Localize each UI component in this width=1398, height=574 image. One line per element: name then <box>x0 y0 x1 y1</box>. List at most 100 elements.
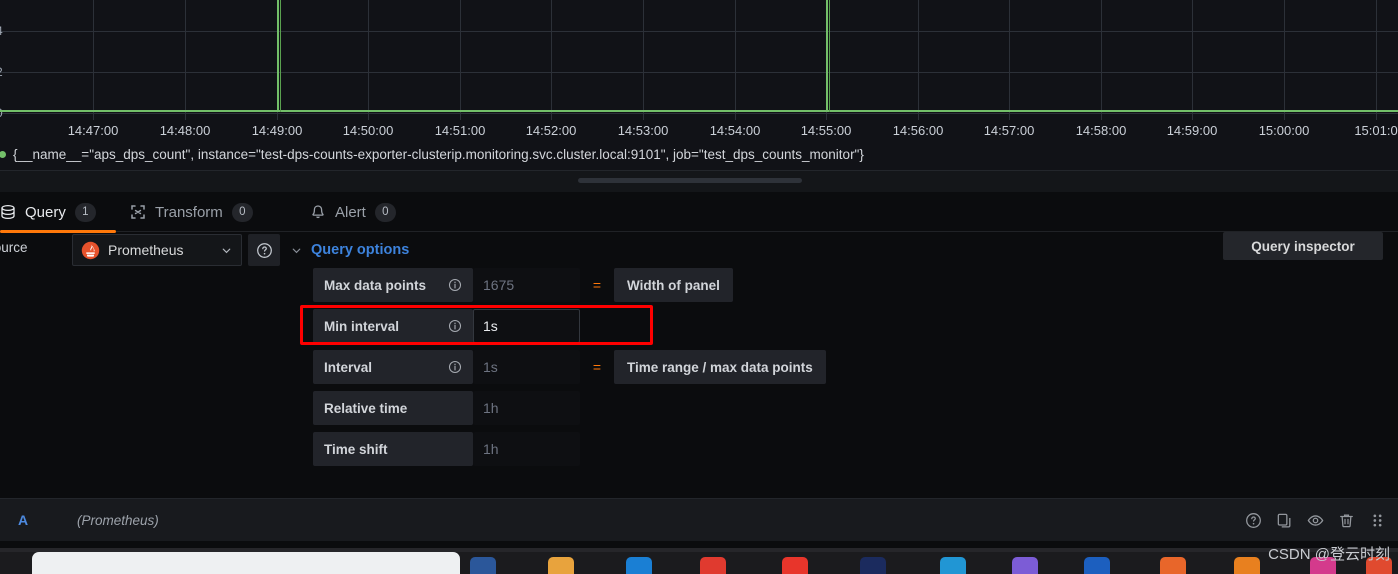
chevron-down-icon <box>292 248 301 253</box>
query-option-input[interactable]: 1s <box>473 350 580 384</box>
y-axis-tick-label: 2 <box>0 65 3 79</box>
equals-sign: = <box>592 359 602 375</box>
query-option-row: Interval 1s = Time range / max data points <box>313 350 826 384</box>
taskbar-app-icon[interactable] <box>470 557 496 574</box>
query-option-row: Min interval 1s <box>313 309 826 343</box>
watermark: CSDN @登云时刻 <box>1268 546 1390 563</box>
info-icon[interactable] <box>448 360 462 374</box>
grid-line-vertical <box>1101 0 1102 120</box>
taskbar-app-icon[interactable] <box>1012 557 1038 574</box>
query-ref-id: A <box>18 512 29 528</box>
query-option-description: Width of panel <box>614 268 733 302</box>
x-axis-tick-label: 14:57:00 <box>983 123 1035 138</box>
query-option-label-text: Min interval <box>324 318 400 334</box>
x-axis-tick-label: 14:58:00 <box>1075 123 1127 138</box>
graph-legend[interactable]: {__name__="aps_dps_count", instance="tes… <box>0 142 1398 166</box>
y-axis-tick-label: 0 <box>0 106 3 120</box>
grafana-panel-edit-screen: 4 2 0 14:47:00 14:48:00 14:49:00 14:50:00 14:5… <box>0 0 1398 574</box>
query-row-actions <box>1245 512 1386 529</box>
query-option-input[interactable]: 1675 <box>473 268 580 302</box>
help-icon[interactable] <box>1245 512 1262 529</box>
tab-transform[interactable]: Transform 0 <box>130 192 253 232</box>
grid-line-vertical <box>368 0 369 120</box>
query-row-a[interactable]: A (Prometheus) <box>0 499 1398 541</box>
timeseries-graph-panel: 4 2 0 14:47:00 14:48:00 14:49:00 14:50:00 14:5… <box>0 0 1398 175</box>
query-option-input[interactable]: 1h <box>473 391 580 425</box>
drag-handle-icon[interactable] <box>1369 512 1386 529</box>
eye-icon[interactable] <box>1307 512 1324 529</box>
grid-line-vertical <box>1192 0 1193 120</box>
x-axis-tick-label: 15:01:0 <box>1354 123 1398 138</box>
series-spike <box>826 0 828 112</box>
os-taskbar <box>0 548 1398 574</box>
taskbar-app-icon[interactable] <box>860 557 886 574</box>
grid-line-vertical <box>918 0 919 120</box>
datasource-picker[interactable]: Prometheus <box>72 234 242 266</box>
grid-line-horizontal <box>0 113 1398 114</box>
grid-line-vertical <box>643 0 644 120</box>
database-icon <box>1 204 15 220</box>
taskbar-app-icon[interactable] <box>1084 557 1110 574</box>
tab-alert-label: Alert <box>335 203 366 221</box>
query-row-datasource: (Prometheus) <box>77 512 159 528</box>
query-option-row: Time shift 1h <box>313 432 826 466</box>
x-axis-tick-label: 14:50:00 <box>342 123 394 138</box>
query-option-label-text: Max data points <box>324 277 427 293</box>
info-icon[interactable] <box>448 278 462 292</box>
query-option-row: Relative time 1h <box>313 391 826 425</box>
taskbar-app-icon[interactable] <box>1234 557 1260 574</box>
x-axis-tick-label: 14:53:00 <box>617 123 669 138</box>
tab-alert[interactable]: Alert 0 <box>310 192 396 232</box>
query-option-label: Max data points <box>313 268 473 302</box>
datasource-help-button[interactable] <box>248 234 280 266</box>
equals-sign: = <box>592 277 602 293</box>
grid-line-vertical <box>551 0 552 120</box>
x-axis-tick-label: 14:47:00 <box>67 123 119 138</box>
tab-query-badge: 1 <box>74 202 96 222</box>
x-axis-tick-label: 14:49:00 <box>251 123 303 138</box>
taskbar-app-icon[interactable] <box>1160 557 1186 574</box>
query-inspector-button[interactable]: Query inspector <box>1223 232 1383 260</box>
query-option-input[interactable]: 1s <box>473 309 580 343</box>
bell-icon <box>312 205 324 219</box>
query-option-label: Relative time <box>313 391 473 425</box>
taskbar-app-icon[interactable] <box>700 557 726 574</box>
panel-splitter-handle[interactable] <box>578 178 802 183</box>
prometheus-icon <box>81 241 100 259</box>
series-spike-edge <box>280 0 281 112</box>
chevron-down-icon <box>222 248 231 253</box>
query-options-toggle[interactable]: Query options <box>290 234 409 266</box>
tab-alert-badge: 0 <box>374 202 396 222</box>
grid-line-vertical <box>185 0 186 120</box>
duplicate-icon[interactable] <box>1276 512 1293 529</box>
taskbar-app-icon[interactable] <box>548 557 574 574</box>
plot-area[interactable]: 4 2 0 <box>0 0 1398 120</box>
grid-line-vertical <box>735 0 736 120</box>
taskbar-app-icon[interactable] <box>782 557 808 574</box>
x-axis-tick-label: 14:59:00 <box>1166 123 1218 138</box>
legend-color-dot <box>0 150 6 158</box>
query-option-row: Max data points 1675 = Width of panel <box>313 268 826 302</box>
datasource-name: Prometheus <box>108 242 184 258</box>
grid-line-vertical <box>1009 0 1010 120</box>
info-icon[interactable] <box>448 319 462 333</box>
grid-line-vertical <box>93 0 94 120</box>
query-options-label: Query options <box>311 242 410 258</box>
query-option-label-text: Relative time <box>324 400 408 416</box>
x-axis-tick-label: 14:56:00 <box>892 123 944 138</box>
tab-query[interactable]: Query 1 <box>0 192 96 232</box>
grid-line-horizontal <box>0 72 1398 73</box>
query-option-input[interactable]: 1h <box>473 432 580 466</box>
grid-line-vertical <box>460 0 461 120</box>
taskbar-search-panel[interactable] <box>32 552 460 574</box>
series-spike-edge <box>829 0 830 112</box>
taskbar-app-icon[interactable] <box>626 557 652 574</box>
query-option-label: Min interval <box>313 309 473 343</box>
trash-icon[interactable] <box>1338 512 1355 529</box>
datasource-row: ta source Prometheus Qu <box>0 232 1398 268</box>
tab-transform-badge: 0 <box>231 202 253 222</box>
query-option-label: Interval <box>313 350 473 384</box>
series-spike <box>277 0 279 112</box>
taskbar-app-icon[interactable] <box>940 557 966 574</box>
legend-series-label[interactable]: {__name__="aps_dps_count", instance="tes… <box>13 147 864 162</box>
